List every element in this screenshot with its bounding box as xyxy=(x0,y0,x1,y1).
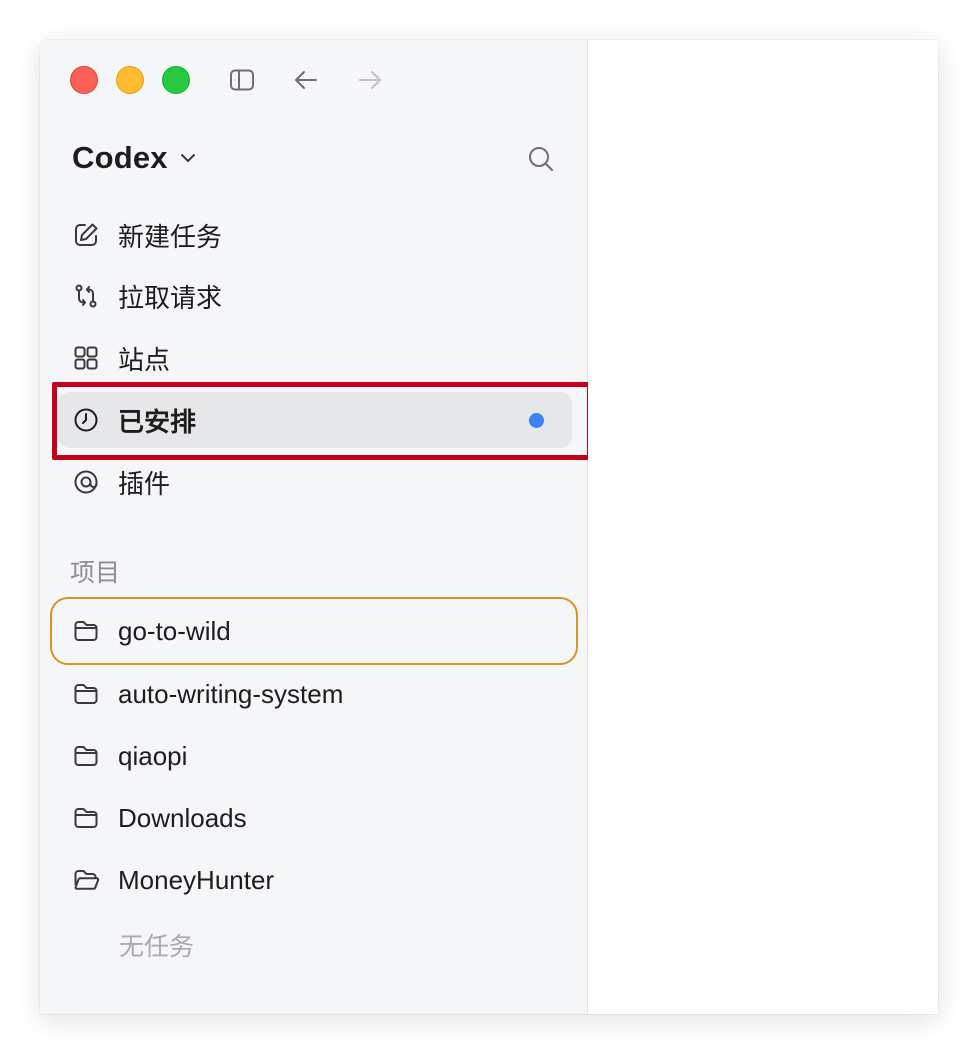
app-switcher[interactable]: Codex xyxy=(72,138,198,178)
projects-section-label: 项目 xyxy=(70,559,121,587)
close-window-button[interactable] xyxy=(70,66,98,94)
project-label: Downloads xyxy=(118,802,247,833)
project-item-moneyhunter[interactable]: MoneyHunter xyxy=(50,846,578,914)
minimize-window-button[interactable] xyxy=(116,66,144,94)
forward-arrow-icon[interactable] xyxy=(354,64,386,96)
app-title: Codex xyxy=(72,140,168,175)
nav-item-pull-requests[interactable]: 拉取请求 xyxy=(58,268,572,324)
search-button[interactable] xyxy=(524,142,558,176)
folder-icon xyxy=(72,742,100,770)
folder-icon xyxy=(72,680,100,708)
sidebar-toggle-icon[interactable] xyxy=(226,64,258,96)
nav-item-sites[interactable]: 站点 xyxy=(58,330,572,386)
nav-item-label: 插件 xyxy=(118,468,171,499)
project-item-auto-writing-system[interactable]: auto-writing-system xyxy=(50,660,578,728)
project-item-qiaopi[interactable]: qiaopi xyxy=(50,722,578,790)
project-label: auto-writing-system xyxy=(118,678,344,709)
nav-item-label: 已安排 xyxy=(118,406,197,437)
main-content xyxy=(588,40,938,1014)
folder-icon xyxy=(72,804,100,832)
grid-icon xyxy=(72,344,100,372)
clock-icon xyxy=(72,406,100,434)
chevron-down-icon xyxy=(178,148,198,168)
nav-item-label: 新建任务 xyxy=(118,221,223,252)
project-item-go-to-wild[interactable]: go-to-wild xyxy=(50,597,578,665)
project-label: MoneyHunter xyxy=(118,864,275,895)
nav-item-scheduled[interactable]: 已安排 xyxy=(58,392,572,448)
folder-icon xyxy=(72,617,100,645)
project-item-downloads[interactable]: Downloads xyxy=(50,784,578,852)
sidebar: Codex 新建任务 拉取请求 站点 已安排 插件 项目 go-to-wild … xyxy=(40,40,592,1014)
unread-dot xyxy=(529,413,544,428)
project-label: qiaopi xyxy=(118,740,188,771)
project-label: go-to-wild xyxy=(118,615,231,646)
nav-item-label: 站点 xyxy=(118,344,171,375)
empty-tasks-label: 无任务 xyxy=(119,933,195,961)
nav-item-plugins[interactable]: 插件 xyxy=(58,454,572,510)
pull-request-icon xyxy=(72,282,100,310)
back-arrow-icon[interactable] xyxy=(290,64,322,96)
folder-open-icon xyxy=(72,866,100,894)
plugin-icon xyxy=(72,468,100,496)
maximize-window-button[interactable] xyxy=(162,66,190,94)
nav-item-new-task[interactable]: 新建任务 xyxy=(58,207,572,263)
nav-item-label: 拉取请求 xyxy=(118,282,223,313)
edit-icon xyxy=(72,221,100,249)
app-window: Codex 新建任务 拉取请求 站点 已安排 插件 项目 go-to-wild … xyxy=(40,40,938,1014)
search-icon xyxy=(527,145,555,173)
